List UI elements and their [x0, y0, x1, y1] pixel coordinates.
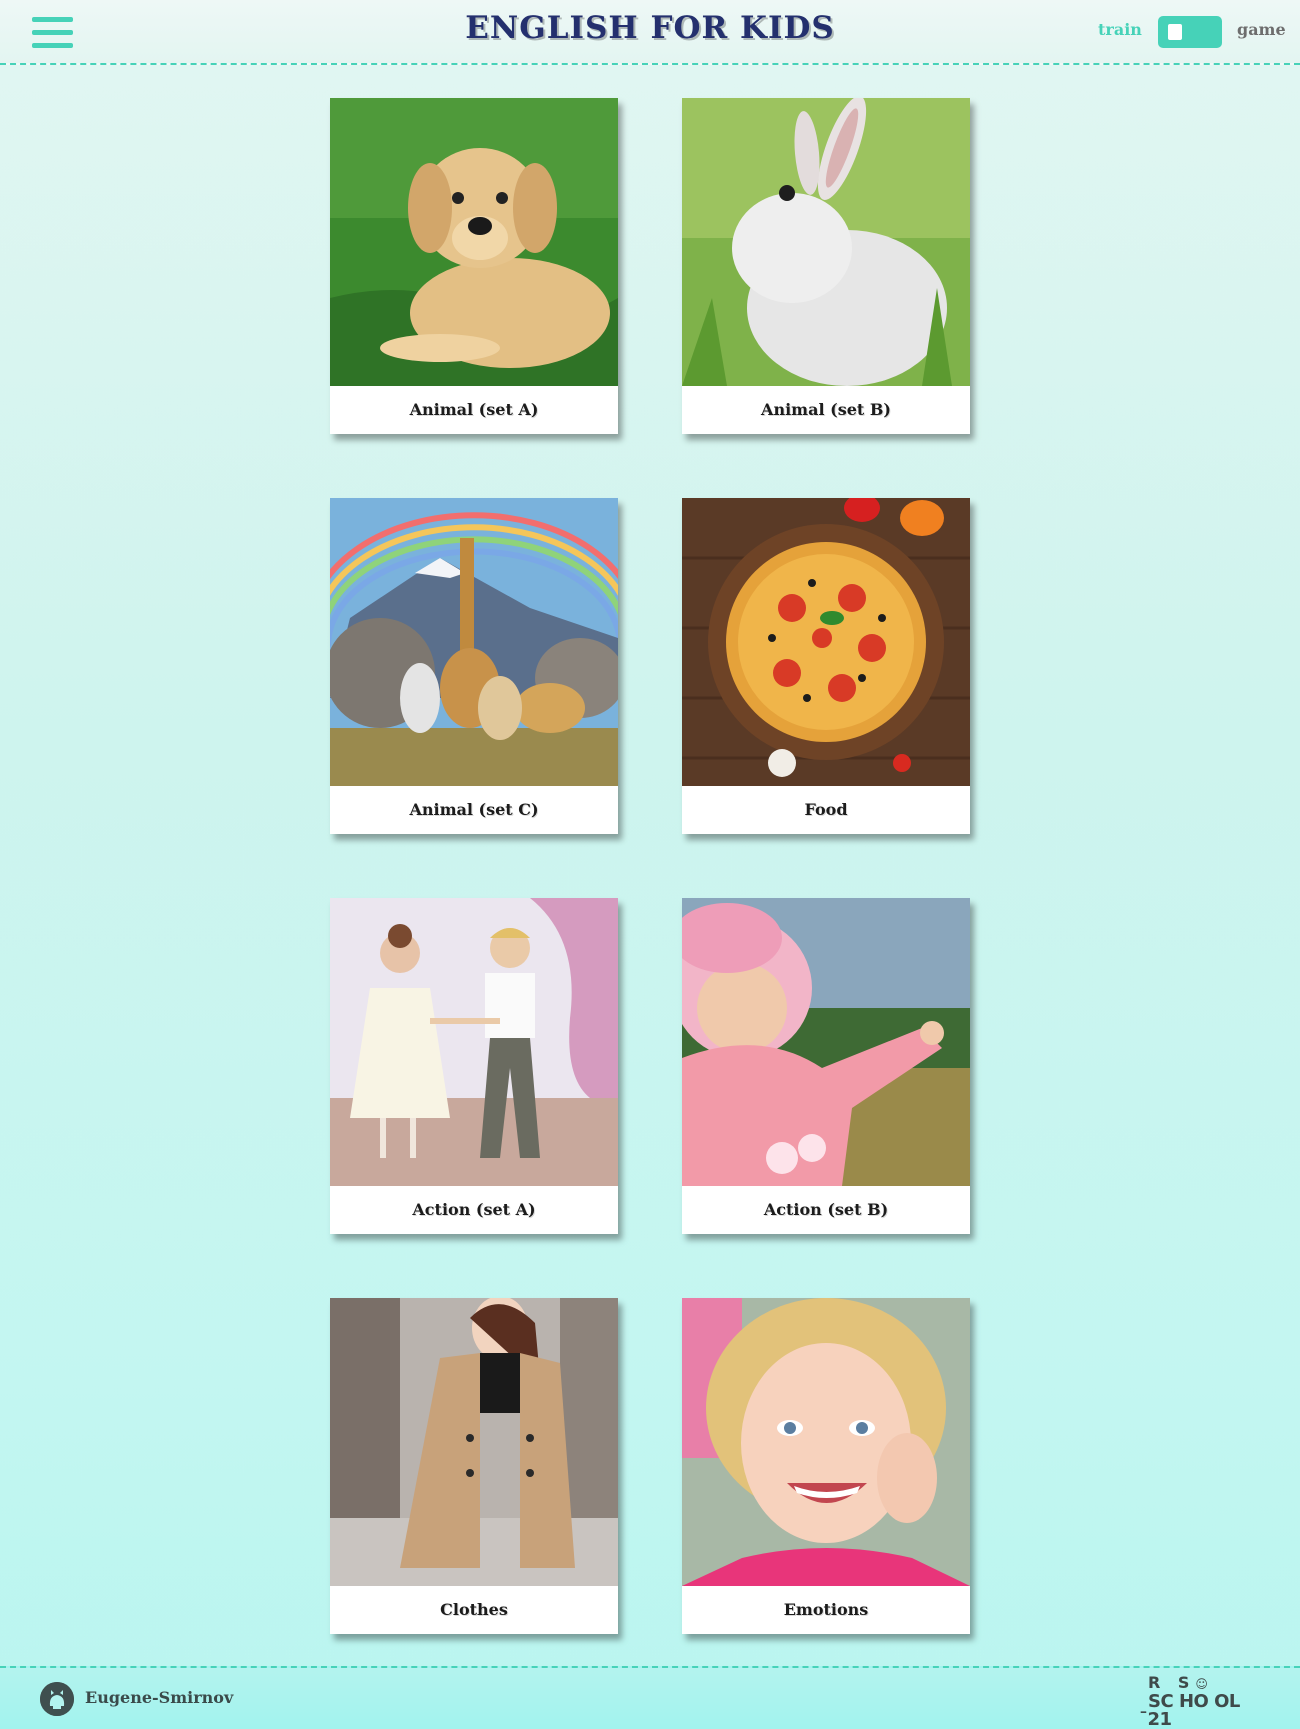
- game-mode-label[interactable]: game: [1237, 20, 1286, 39]
- category-card-food[interactable]: Food: [682, 498, 970, 834]
- category-label: Animal (set C): [409, 800, 539, 819]
- category-label: Emotions: [783, 1600, 869, 1619]
- category-card-emotions[interactable]: Emotions: [682, 1298, 970, 1634]
- category-label: Clothes: [440, 1600, 508, 1619]
- category-card-animal-set-a[interactable]: Animal (set A): [330, 98, 618, 434]
- smiling-girl-image: [682, 1298, 970, 1586]
- category-card-animal-set-c[interactable]: Animal (set C): [330, 498, 618, 834]
- rs-school-logo[interactable]: R S☺ SC HO OL ̄21: [1148, 1674, 1268, 1729]
- puppy-image: [330, 98, 618, 386]
- github-icon[interactable]: [40, 1682, 74, 1716]
- children-dancing-image: [330, 898, 618, 1186]
- pizza-image: [682, 498, 970, 786]
- coat-image: [330, 1298, 618, 1586]
- category-card-animal-set-b[interactable]: Animal (set B): [682, 98, 970, 434]
- category-label: Animal (set B): [761, 400, 891, 419]
- header: ENGLISH FOR KIDS train game: [0, 0, 1300, 65]
- category-label: Action (set A): [412, 1200, 536, 1219]
- app-logo: ENGLISH FOR KIDS: [400, 10, 900, 46]
- bunny-image: [682, 98, 970, 386]
- mode-toggle-switch[interactable]: [1158, 16, 1222, 48]
- footer: Eugene-Smirnov R S☺ SC HO OL ̄21: [0, 1666, 1300, 1729]
- category-label: Animal (set A): [409, 400, 539, 419]
- hamburger-menu-icon[interactable]: [32, 17, 73, 48]
- author-link[interactable]: Eugene-Smirnov: [85, 1688, 233, 1707]
- category-label: Food: [804, 800, 848, 819]
- toggle-knob: [1168, 24, 1182, 40]
- category-card-action-set-b[interactable]: Action (set B): [682, 898, 970, 1234]
- category-label: Action (set B): [763, 1200, 889, 1219]
- girl-pointing-image: [682, 898, 970, 1186]
- logo-text: ENGLISH FOR KIDS: [465, 10, 835, 46]
- category-card-action-set-a[interactable]: Action (set A): [330, 898, 618, 1234]
- safari-animals-image: [330, 498, 618, 786]
- train-mode-label[interactable]: train: [1098, 20, 1142, 39]
- category-card-clothes[interactable]: Clothes: [330, 1298, 618, 1634]
